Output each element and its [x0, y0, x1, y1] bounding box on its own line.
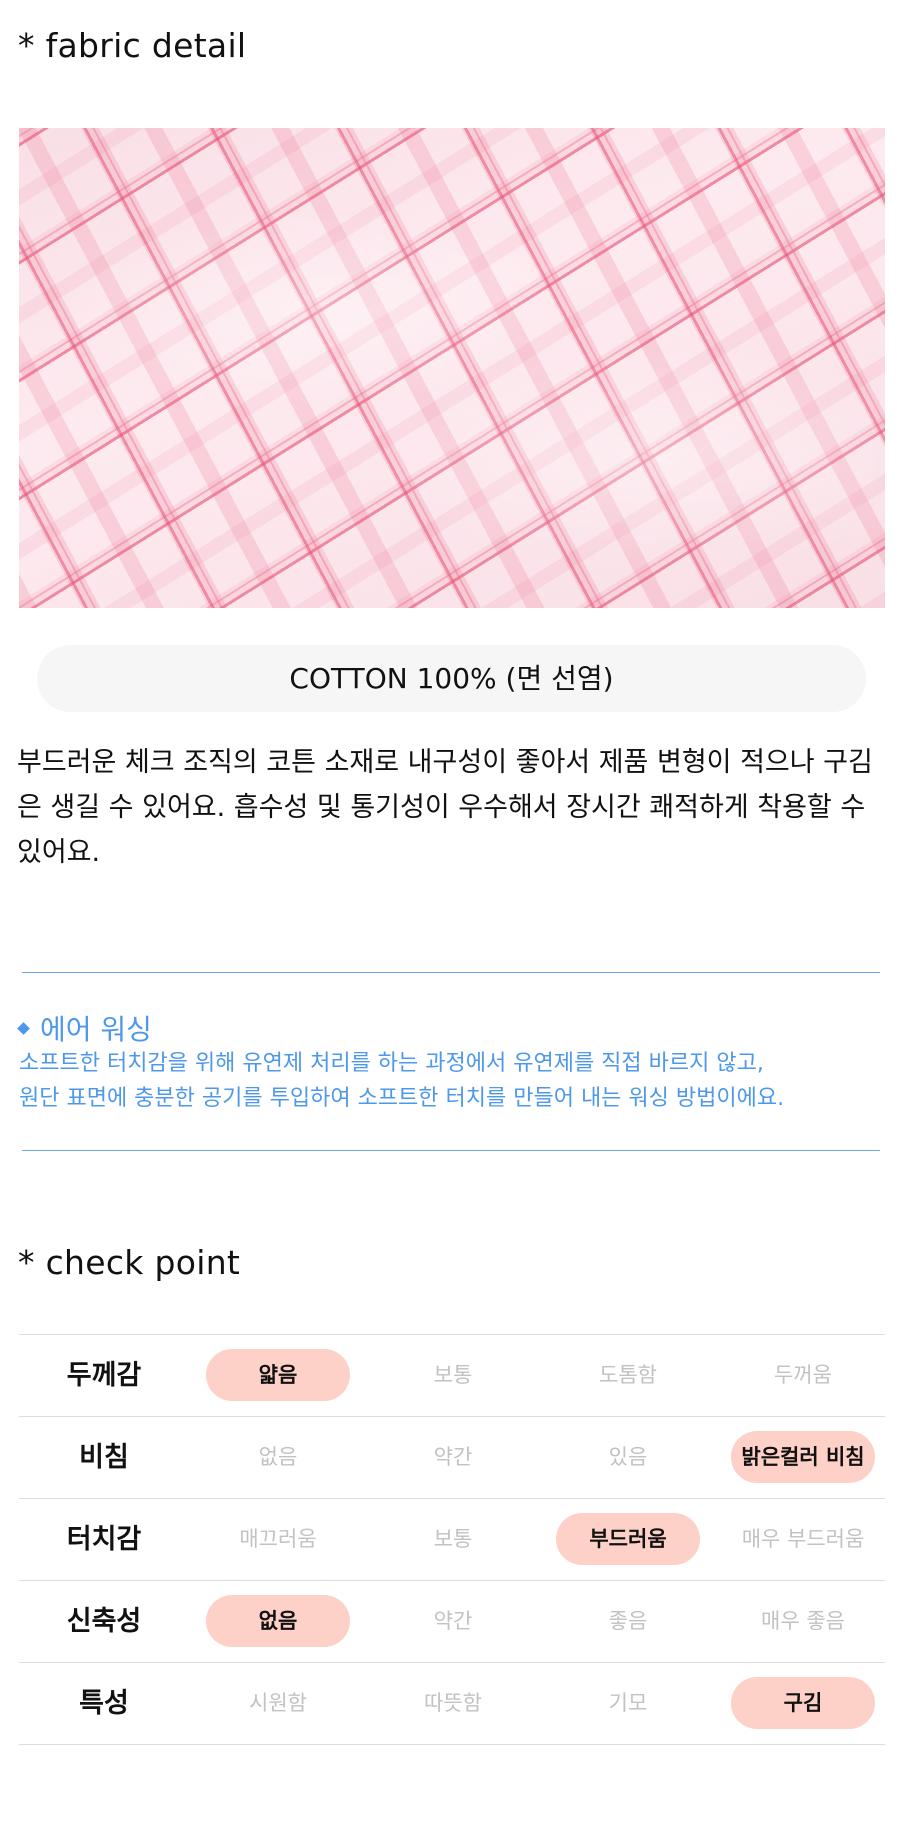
- check-row-characteristic: 특성 시원함 따뜻함 기모 구김: [19, 1663, 885, 1745]
- fabric-photo: [19, 128, 885, 608]
- option-pill: 약간: [433, 1445, 473, 1469]
- diamond-bullet-icon: [17, 1021, 30, 1035]
- fabric-photo-shading: [19, 128, 885, 608]
- row-label: 터치감: [66, 1524, 142, 1555]
- option-pill: 좋음: [608, 1609, 648, 1633]
- check-row-see-through: 비침 없음 약간 있음 밝은컬러 비침: [19, 1417, 885, 1499]
- option-pill-selected: 얇음: [206, 1349, 350, 1401]
- option-pill: 매우 좋음: [761, 1609, 845, 1633]
- option-pill-selected: 구김: [731, 1677, 875, 1729]
- option-pill: 있음: [608, 1445, 648, 1469]
- fabric-description: 부드러운 체크 조직의 코튼 소재로 내구성이 좋아서 제품 변형이 적으나 구…: [17, 747, 873, 868]
- check-row-touch: 터치감 매끄러움 보통 부드러움 매우 부드러움: [19, 1499, 885, 1581]
- option-pill: 매우 부드러움: [741, 1527, 865, 1551]
- fabric-detail-title: * fabric detail: [18, 26, 247, 65]
- option-pill: 보통: [433, 1527, 473, 1551]
- check-point-table: 두께감 얇음 보통 도톰함 두꺼움 비침 없음 약간 있음 밝은컬러 비침 터치…: [19, 1334, 885, 1745]
- check-row-stretch: 신축성 없음 약간 좋음 매우 좋음: [19, 1581, 885, 1663]
- row-label: 두께감: [66, 1360, 142, 1391]
- row-label: 특성: [79, 1688, 129, 1719]
- option-pill: 도톰함: [599, 1363, 657, 1387]
- option-pill: 없음: [258, 1445, 298, 1469]
- air-washing-title-text: 에어 워싱: [40, 1013, 152, 1046]
- option-pill: 약간: [433, 1609, 473, 1633]
- material-badge: COTTON 100% (면 선염): [37, 645, 866, 712]
- option-pill-selected: 부드러움: [556, 1513, 700, 1565]
- option-pill: 기모: [608, 1691, 648, 1715]
- option-pill: 따뜻함: [424, 1691, 482, 1715]
- air-washing-line-2: 원단 표면에 충분한 공기를 투입하여 소프트한 터치를 만들어 내는 워싱 방…: [19, 1086, 785, 1111]
- option-pill: 보통: [433, 1363, 473, 1387]
- option-pill-selected: 없음: [206, 1595, 350, 1647]
- row-label: 비침: [79, 1442, 129, 1473]
- check-row-thickness: 두께감 얇음 보통 도톰함 두꺼움: [19, 1335, 885, 1417]
- air-washing-description: 소프트한 터치감을 위해 유연제 처리를 하는 과정에서 유연제를 직접 바르지…: [19, 1046, 889, 1116]
- air-washing-title: 에어 워싱: [17, 1008, 152, 1048]
- option-pill: 매끄러움: [239, 1527, 317, 1551]
- option-pill: 시원함: [249, 1691, 307, 1715]
- divider-top: [22, 972, 880, 973]
- divider-bottom: [22, 1150, 880, 1151]
- air-washing-line-1: 소프트한 터치감을 위해 유연제 처리를 하는 과정에서 유연제를 직접 바르지…: [19, 1051, 764, 1076]
- check-point-title: * check point: [18, 1243, 241, 1282]
- option-pill-selected: 밝은컬러 비침: [731, 1431, 875, 1483]
- row-label: 신축성: [66, 1606, 142, 1637]
- option-pill: 두꺼움: [774, 1363, 832, 1387]
